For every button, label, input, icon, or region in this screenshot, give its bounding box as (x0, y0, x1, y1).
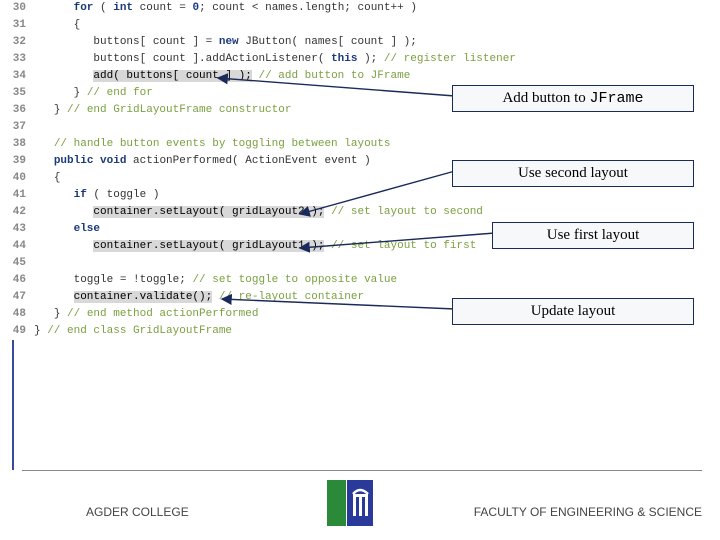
callout-first-layout: Use first layout (492, 222, 694, 249)
line-number: 41 (10, 187, 34, 204)
code-content: else (34, 221, 100, 238)
line-number: 33 (10, 51, 34, 68)
line-number: 37 (10, 119, 34, 136)
callout-add-button: Add button to JFrame (452, 85, 694, 112)
callout-update-layout: Update layout (452, 298, 694, 325)
code-line: 49} // end class GridLayoutFrame (10, 323, 710, 340)
line-number: 48 (10, 306, 34, 323)
callout-code: JFrame (590, 90, 644, 107)
code-content: buttons[ count ] = new JButton( names[ c… (34, 34, 417, 51)
line-number: 45 (10, 255, 34, 272)
code-content: public void actionPerformed( ActionEvent… (34, 153, 371, 170)
code-content: toggle = !toggle; // set toggle to oppos… (34, 272, 397, 289)
code-line: 33 buttons[ count ].addActionListener( t… (10, 51, 710, 68)
footer-right: FACULTY OF ENGINEERING & SCIENCE (474, 505, 702, 519)
code-content: } // end class GridLayoutFrame (34, 323, 232, 340)
code-line: 34 add( buttons[ count ] ); // add butto… (10, 68, 710, 85)
code-content: // handle button events by toggling betw… (34, 136, 390, 153)
callout-text: Use first layout (547, 227, 639, 243)
line-number: 32 (10, 34, 34, 51)
callout-text: Add button to (502, 90, 589, 106)
line-number: 46 (10, 272, 34, 289)
line-number: 35 (10, 85, 34, 102)
code-content: add( buttons[ count ] ); // add button t… (34, 68, 410, 85)
code-content: { (34, 170, 60, 187)
college-logo (327, 480, 373, 526)
code-line: 31 { (10, 17, 710, 34)
line-number: 49 (10, 323, 34, 340)
callout-text: Use second layout (518, 165, 628, 181)
callout-text: Update layout (531, 303, 616, 319)
code-content: for ( int count = 0; count < names.lengt… (34, 0, 417, 17)
code-content: container.validate(); // re-layout conta… (34, 289, 364, 306)
code-content: container.setLayout( gridLayout1 ); // s… (34, 238, 476, 255)
code-line: 41 if ( toggle ) (10, 187, 710, 204)
code-line: 38 // handle button events by toggling b… (10, 136, 710, 153)
code-content: container.setLayout( gridLayout2 ); // s… (34, 204, 483, 221)
line-number: 39 (10, 153, 34, 170)
code-line: 37 (10, 119, 710, 136)
code-content: if ( toggle ) (34, 187, 159, 204)
line-number: 43 (10, 221, 34, 238)
line-number: 36 (10, 102, 34, 119)
callout-second-layout: Use second layout (452, 160, 694, 187)
line-number: 44 (10, 238, 34, 255)
line-number: 34 (10, 68, 34, 85)
slide-border (12, 340, 14, 470)
line-number: 38 (10, 136, 34, 153)
code-content: { (34, 17, 80, 34)
code-line: 42 container.setLayout( gridLayout2 ); /… (10, 204, 710, 221)
code-line: 45 (10, 255, 710, 272)
line-number: 42 (10, 204, 34, 221)
line-number: 40 (10, 170, 34, 187)
code-line: 46 toggle = !toggle; // set toggle to op… (10, 272, 710, 289)
code-line: 30 for ( int count = 0; count < names.le… (10, 0, 710, 17)
line-number: 47 (10, 289, 34, 306)
code-content: buttons[ count ].addActionListener( this… (34, 51, 516, 68)
code-content: } // end GridLayoutFrame constructor (34, 102, 291, 119)
code-content: } // end for (34, 85, 153, 102)
footer-divider-right (386, 470, 702, 471)
footer-divider-left (22, 470, 386, 471)
code-content: } // end method actionPerformed (34, 306, 258, 323)
line-number: 30 (10, 0, 34, 17)
code-line: 32 buttons[ count ] = new JButton( names… (10, 34, 710, 51)
footer-left: AGDER COLLEGE (86, 505, 189, 519)
line-number: 31 (10, 17, 34, 34)
